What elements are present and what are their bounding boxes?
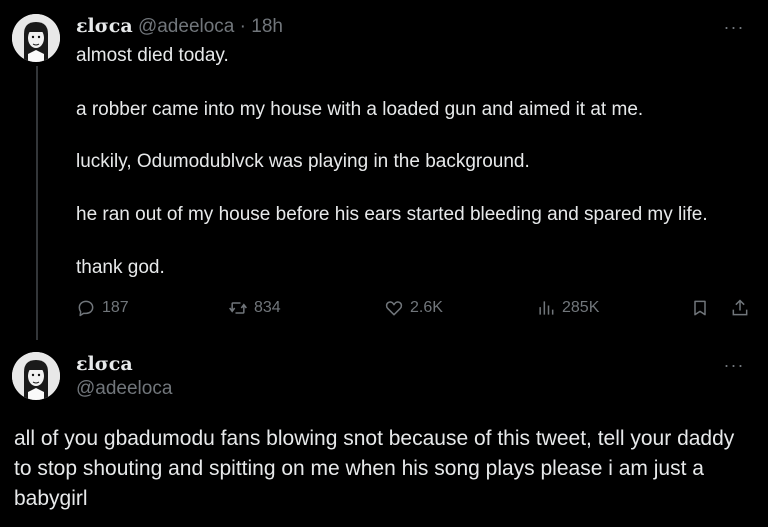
repost-icon [229,302,247,314]
tweet-text-line: a robber came into my house with a loade… [76,99,644,120]
repost-button[interactable]: 834 [228,294,281,322]
avatar[interactable] [12,352,60,400]
author-name[interactable]: ɛlσca [76,352,133,376]
share-icon [732,299,748,316]
share-button[interactable] [730,294,750,322]
tweet-text-line: thank god. [76,257,165,278]
like-count: 2.6K [410,299,443,316]
more-options-button[interactable]: ··· [722,356,746,380]
avatar-image [12,14,60,62]
author-handle[interactable]: @adeeloca [138,16,234,37]
divider [0,340,768,341]
reply-button[interactable]: 187 [76,294,129,322]
action-bar: 187 834 2.6K 285K [76,294,756,322]
author-name[interactable]: ɛlσca [76,15,133,37]
views-icon [539,301,554,315]
author-handle[interactable]: @adeeloca [76,377,172,401]
bookmark-icon [694,300,706,316]
like-icon [385,301,403,316]
avatar[interactable] [12,14,60,62]
more-options-button[interactable]: ··· [722,18,746,42]
reply-count: 187 [102,299,129,316]
thread-line [36,66,38,340]
avatar-image [12,352,60,400]
tweet-text: all of you gbadumodu fans blowing snot b… [14,427,735,510]
tweet-main[interactable]: ɛlσca @adeeloca · 18h ··· almost died to… [0,0,768,340]
tweet-text-line: luckily, Odumodublvck was playing in the… [76,151,530,172]
tweet-text-line: he ran out of my house before his ears s… [76,204,708,225]
header-separator: · [239,16,246,37]
tweet-text-line: almost died today. [76,45,229,66]
bookmark-button[interactable] [690,294,710,322]
repost-count: 834 [254,299,281,316]
reply-icon [78,300,94,317]
views-count: 285K [562,299,600,316]
like-button[interactable]: 2.6K [384,294,443,322]
views-button[interactable]: 285K [536,294,599,322]
timestamp[interactable]: 18h [251,16,283,37]
tweet-header: ɛlσca @adeeloca · 18h [76,14,283,39]
